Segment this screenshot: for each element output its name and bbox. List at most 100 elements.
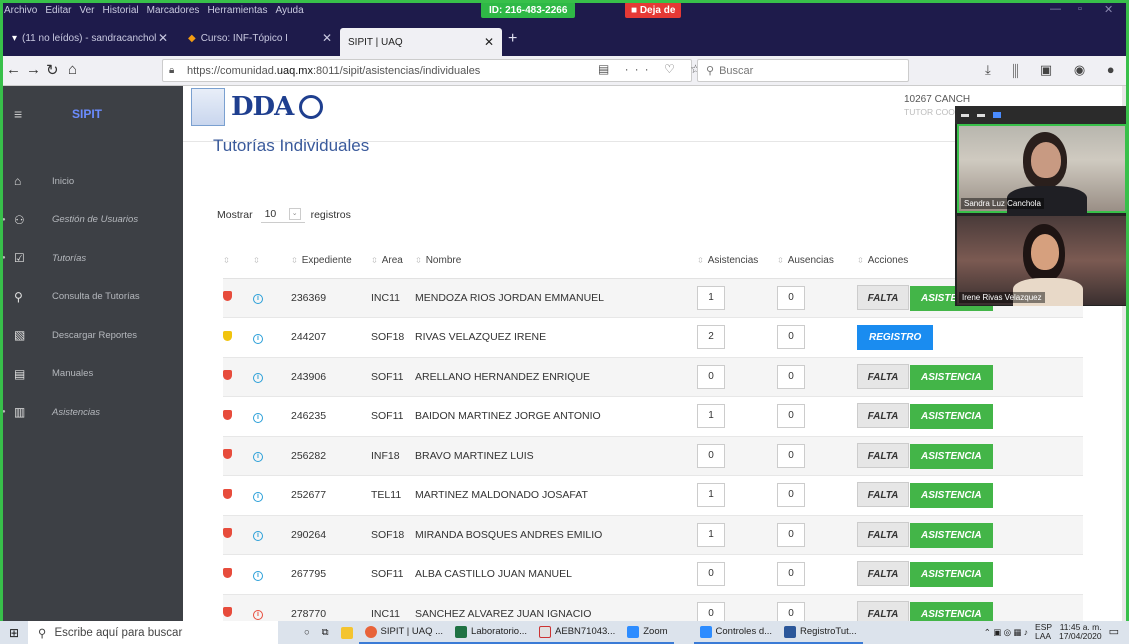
menu-archivo[interactable]: Archivo <box>0 5 41 16</box>
windows-start-icon[interactable]: ⊞ <box>0 626 28 640</box>
menu-toggle-icon[interactable]: ≡ <box>14 106 72 122</box>
search-icon: ⚲ <box>38 627 47 640</box>
zoom-video-panel[interactable]: Sandra Luz Canchola Irene Rivas Velazque… <box>955 106 1129 306</box>
registro-button[interactable]: REGISTRO <box>857 324 934 350</box>
menu-ver[interactable]: Ver <box>75 5 98 16</box>
asistencia-button[interactable]: ASISTENCIA <box>910 601 993 621</box>
browser-search-input[interactable]: ⚲ Buscar <box>697 59 909 82</box>
info-icon[interactable]: i <box>253 294 263 305</box>
taskbar-app-firefox[interactable]: SIPIT | UAQ ... <box>358 621 450 644</box>
taskbar-app-zoom-controls[interactable]: Controles d... <box>693 621 779 644</box>
info-icon[interactable]: i <box>253 452 263 463</box>
taskbar-search-input[interactable]: ⚲ Escribe aquí para buscar <box>28 621 278 644</box>
tab-curso[interactable]: ◆ Curso: INF-Tópico I ✕ <box>180 25 340 51</box>
falta-button[interactable]: FALTA <box>857 442 909 468</box>
participant-video-1[interactable]: Sandra Luz Canchola <box>957 124 1127 216</box>
language-indicator[interactable]: ESP LAA <box>1035 623 1052 641</box>
toolbar-icons[interactable]: ⤓ ⫼ ▣ ◉ ● <box>985 62 1124 78</box>
system-tray[interactable]: ⌃ ▣ ◎ ▦ ♪ ESP LAA 11:45 a. m. 17/04/2020 ▭ <box>984 623 1119 641</box>
falta-button[interactable]: FALTA <box>857 521 909 547</box>
col-info[interactable]: ⇳ <box>253 243 291 279</box>
falta-button[interactable]: FALTA <box>857 403 909 429</box>
tray-icons[interactable]: ⌃ ▣ ◎ ▦ ♪ <box>984 627 1028 637</box>
info-icon[interactable]: i <box>253 373 263 384</box>
minimize-icon[interactable] <box>961 113 969 117</box>
sidebar-item-inicio[interactable]: ⌂ Inicio <box>0 162 183 201</box>
close-window-icon[interactable]: ✕ <box>1104 3 1113 16</box>
view-icon[interactable] <box>993 112 1001 118</box>
taskbar-app-pdf[interactable]: AEBN71043... <box>533 621 622 644</box>
sidebar-item-gestion-usuarios[interactable]: ● ⚇ Gestión de Usuarios <box>0 201 183 240</box>
info-icon[interactable]: i <box>253 531 263 542</box>
menu-herramientas[interactable]: Herramientas <box>203 5 271 16</box>
home-icon[interactable]: ⌂ <box>68 61 77 78</box>
brand[interactable]: SIPIT <box>72 107 102 121</box>
asistencia-button[interactable]: ASISTENCIA <box>910 522 993 548</box>
taskbar-app-word[interactable]: RegistroTut... <box>778 621 863 644</box>
reload-icon[interactable]: ↻ <box>46 61 59 79</box>
page-actions-icon[interactable]: ▤ ··· ♡ ☆ <box>598 62 707 76</box>
forward-icon[interactable]: → <box>26 61 41 78</box>
asistencia-button[interactable]: ASISTENCIA <box>910 483 993 509</box>
clock[interactable]: 11:45 a. m. 17/04/2020 <box>1059 623 1102 641</box>
close-tab-icon[interactable]: ✕ <box>484 35 494 49</box>
restore-icon[interactable] <box>977 113 985 117</box>
sidebar-item-asistencias[interactable]: ● ▥ Asistencias <box>0 393 183 432</box>
cell-asistencias: 1 <box>697 515 777 555</box>
cell-nombre: MIRANDA BOSQUES ANDRES EMILIO <box>415 515 697 555</box>
info-icon[interactable]: i <box>253 610 263 621</box>
page-length-select[interactable]: 10 ⌄ <box>260 206 305 223</box>
zoom-stop-share-button[interactable]: ■ Deja de <box>625 2 682 18</box>
dda-logo: DDA <box>231 92 294 122</box>
falta-button[interactable]: FALTA <box>857 561 909 587</box>
cortana-icon[interactable]: ○ <box>298 621 316 644</box>
info-icon[interactable]: i <box>253 491 263 502</box>
cell-acciones: FALTA ASISTENCIA <box>857 594 1083 621</box>
menu-historial[interactable]: Historial <box>99 5 143 16</box>
table-row: i 246235 SOF11 BAIDON MARTINEZ JORGE ANTONI… <box>223 396 1083 437</box>
falta-button[interactable]: FALTA <box>857 600 909 621</box>
col-nombre[interactable]: ⇳ Nombre <box>415 243 697 279</box>
close-tab-icon[interactable]: ✕ <box>158 31 168 45</box>
col-status[interactable]: ⇳ <box>223 243 253 279</box>
table-row: i 244207 SOF18 RIVAS VELAZQUEZ IRENE 2 0 REGIS… <box>223 317 1083 358</box>
info-icon[interactable]: i <box>253 412 263 423</box>
sidebar-item-manuales[interactable]: ▤ Manuales <box>0 355 183 394</box>
col-ausencias[interactable]: ⇳ Ausencias <box>777 243 857 279</box>
status-shield-icon <box>223 409 232 420</box>
maximize-icon[interactable]: ▫ <box>1078 3 1082 15</box>
col-asistencias[interactable]: ⇳ Asistencias <box>697 243 777 279</box>
sidebar-item-descargar-reportes[interactable]: ▧ Descargar Reportes <box>0 316 183 355</box>
notifications-icon[interactable]: ▭ <box>1109 626 1119 637</box>
minimize-icon[interactable]: — <box>1050 3 1061 15</box>
task-view-icon[interactable]: ⧉ <box>316 621 335 644</box>
asistencia-button[interactable]: ASISTENCIA <box>910 404 993 430</box>
zoom-meeting-id[interactable]: ID: 216-483-2266 <box>481 2 576 18</box>
cell-acciones: FALTA ASISTENCIA <box>857 357 1083 397</box>
sidebar-item-tutorias[interactable]: ● ☑ Tutorías <box>0 239 183 278</box>
close-tab-icon[interactable]: ✕ <box>322 31 332 45</box>
col-expediente[interactable]: ⇳ Expediente <box>291 243 371 279</box>
col-area[interactable]: ⇳ Area <box>371 243 415 279</box>
asistencia-button[interactable]: ASISTENCIA <box>910 443 993 469</box>
menu-ayuda[interactable]: Ayuda <box>271 5 307 16</box>
info-icon[interactable]: i <box>253 333 263 344</box>
falta-button[interactable]: FALTA <box>857 482 909 508</box>
taskbar-app-excel[interactable]: Laboratorio... <box>449 621 534 644</box>
participant-video-2[interactable]: Irene Rivas Velazquez <box>957 216 1127 306</box>
falta-button[interactable]: FALTA <box>857 284 909 310</box>
info-icon[interactable]: i <box>253 570 263 581</box>
asistencia-button[interactable]: ASISTENCIA <box>910 562 993 588</box>
file-explorer-icon[interactable] <box>335 621 359 644</box>
zoom-panel-toolbar[interactable] <box>955 106 1129 124</box>
tab-sipit[interactable]: SIPIT | UAQ ✕ <box>340 28 502 56</box>
menu-marcadores[interactable]: Marcadores <box>143 5 204 16</box>
taskbar-app-zoom[interactable]: Zoom <box>621 621 674 644</box>
new-tab-icon[interactable]: + <box>508 30 517 48</box>
back-icon[interactable]: ← <box>6 61 21 78</box>
menu-editar[interactable]: Editar <box>41 5 75 16</box>
falta-button[interactable]: FALTA <box>857 363 909 389</box>
tab-gmail[interactable]: ▾ (11 no leídos) - sandracanchol ✕ <box>4 25 176 51</box>
sidebar-item-consulta-tutorias[interactable]: ⚲ Consulta de Tutorías <box>0 278 183 317</box>
asistencia-button[interactable]: ASISTENCIA <box>910 364 993 390</box>
